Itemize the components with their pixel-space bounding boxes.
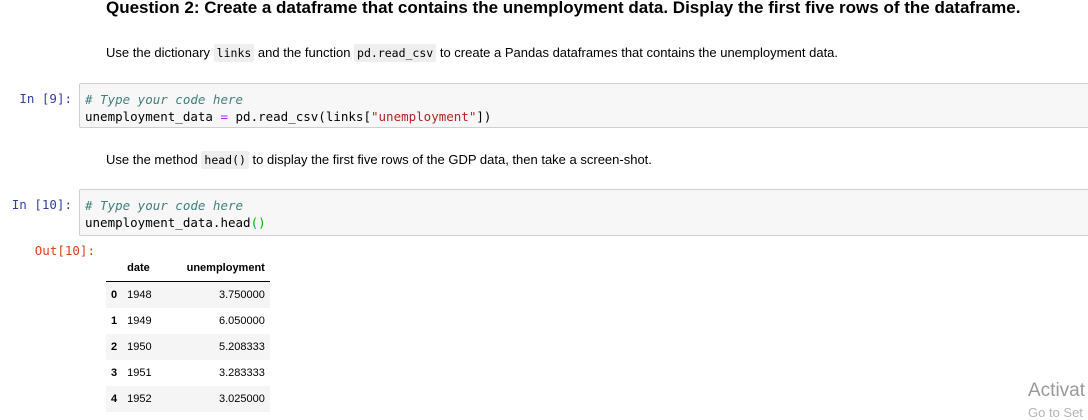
- column-header-index: [106, 255, 123, 282]
- code-comment: # Type your code here: [85, 198, 244, 213]
- inline-code-read-csv: pd.read_csv: [354, 44, 437, 62]
- instruction-text-1: Use the dictionary links and the functio…: [106, 44, 839, 62]
- cell-unemployment: 3.750000: [218, 289, 265, 301]
- table-row: 2 1950 5.208333: [106, 334, 270, 360]
- input-prompt-10: In [10]:: [11, 197, 72, 212]
- output-prompt-10: Out[10]:: [34, 243, 95, 258]
- code-call: unemployment_data.head: [85, 215, 251, 230]
- instruction-text-2: Use the method head() to display the fir…: [106, 151, 652, 169]
- row-index: 0: [111, 289, 118, 301]
- code-call-end: ]): [476, 109, 492, 124]
- instruction-text: Use the method: [106, 152, 202, 167]
- input-prompt-9: In [9]:: [19, 91, 72, 106]
- activation-watermark-subtitle: Go to Set: [1028, 405, 1083, 420]
- cell-date: 1949: [127, 315, 152, 327]
- table-row: 4 1952 3.025000: [106, 386, 270, 412]
- code-variable: unemployment_data: [85, 109, 221, 124]
- code-operator: =: [220, 109, 228, 124]
- cell-unemployment: 6.050000: [218, 315, 265, 327]
- cell-date: 1952: [127, 393, 152, 405]
- table-row: 0 1948 3.750000: [106, 281, 270, 308]
- inline-code-links: links: [213, 44, 255, 62]
- row-index: 1: [111, 315, 118, 327]
- table-header-row: date unemployment: [106, 255, 270, 282]
- instruction-text: and the function: [254, 45, 355, 60]
- table-row: 1 1949 6.050000: [106, 308, 270, 334]
- instruction-text: to display the first five rows of the GD…: [248, 152, 652, 167]
- code-string: "unemployment": [371, 109, 477, 124]
- row-index: 4: [111, 393, 118, 405]
- cell-date: 1950: [127, 341, 152, 353]
- code-parens: (): [250, 215, 266, 230]
- code-cell-9[interactable]: # Type your code here unemployment_data …: [79, 83, 1088, 128]
- cell-unemployment: 5.208333: [218, 341, 265, 353]
- dataframe-output-table: date unemployment 0 1948 3.750000 1 1949…: [106, 255, 270, 412]
- inline-code-head: head(): [201, 151, 249, 169]
- row-index: 2: [111, 341, 118, 353]
- row-index: 3: [111, 367, 118, 379]
- cell-date: 1948: [127, 289, 152, 301]
- code-comment: # Type your code here: [85, 92, 244, 107]
- code-cell-10[interactable]: # Type your code here unemployment_data.…: [79, 189, 1088, 236]
- table-row: 3 1951 3.283333: [106, 360, 270, 386]
- activation-watermark-title: Activat: [1028, 380, 1086, 401]
- cell-unemployment: 3.283333: [218, 367, 265, 379]
- cell-date: 1951: [127, 367, 152, 379]
- column-header-unemployment: unemployment: [181, 255, 270, 282]
- instruction-text: Use the dictionary: [106, 45, 214, 60]
- question-heading: Question 2: Create a dataframe that cont…: [106, 0, 1021, 17]
- instruction-text: to create a Pandas dataframes that conta…: [436, 45, 839, 60]
- code-call: pd.read_csv(links[: [228, 109, 371, 124]
- cell-unemployment: 3.025000: [218, 393, 265, 405]
- column-header-date: date: [122, 255, 182, 282]
